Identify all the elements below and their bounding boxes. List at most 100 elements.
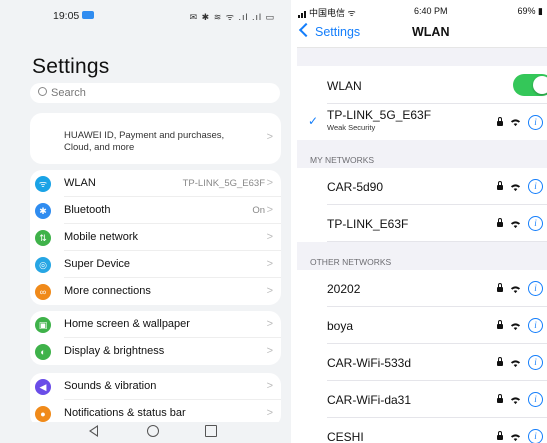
chevron-right-icon: > [266,345,273,357]
status-time: 19:05 [53,10,80,22]
settings-row-label: Notifications & status bar [64,407,186,419]
settings-row-label: Bluetooth [64,204,111,216]
network-name: 20202 [327,281,361,296]
network-name: CAR-WiFi-da31 [327,392,412,407]
huawei-settings-screen: 19:05 ✉ ✱ ≋ ᯤ .ıl .ıl ▭ Settings Search … [0,0,291,443]
other-networks-header: OTHER NETWORKS [310,257,392,267]
checkmark-icon: ✓ [308,114,319,128]
info-icon[interactable]: i [528,216,543,231]
back-button[interactable]: Settings [298,22,360,39]
network-row[interactable]: CAR-5d90 i [297,168,547,205]
toggle-knob [533,76,547,94]
settings-row[interactable]: ∞ More connections > [30,278,281,305]
display-group: ▣ Home screen & wallpaper > ◐ Display & brig… [30,311,281,365]
home-icon[interactable] [147,425,159,437]
wifi-icon [510,285,521,293]
navigation-bar [0,422,291,443]
settings-row[interactable]: ◎ Super Device > [30,251,281,278]
lock-icon [497,218,503,227]
settings-row-value: TP-LINK_5G_E63F [182,178,265,189]
lock-icon [497,283,503,292]
other-networks-list: 20202 i boya i CAR-WiFi-533d i CAR-WiFi-da31 i C… [297,270,547,443]
wlan-label: WLAN [327,79,362,93]
chevron-right-icon: > [266,131,273,143]
message-icon [82,11,94,19]
settings-row-label: WLAN [64,177,96,189]
info-icon[interactable]: i [528,281,543,296]
search-input[interactable]: Search [30,83,280,103]
wifi-icon [510,396,521,404]
huawei-id-card[interactable]: HUAWEI ID, Payment and purchases, Cloud,… [30,113,281,164]
chevron-right-icon: > [266,258,273,270]
info-icon[interactable]: i [528,179,543,194]
status-icons: ✉ ✱ ≋ ᯤ .ıl .ıl ▭ [189,12,275,22]
wifi-icon [510,220,521,228]
network-row[interactable]: CESHI i [297,418,547,443]
network-name: boya [327,318,354,333]
recent-apps-icon[interactable] [205,425,217,437]
wifi-icon [510,433,521,441]
network-row[interactable]: TP-LINK_E63F i [297,205,547,242]
ios-wlan-screen: 中国电信 ᯤ 6:40 PM 69% ▮ Settings WLAN WLAN … [297,0,547,443]
wifi-icon [510,119,521,127]
settings-row-label: Mobile network [64,231,138,243]
huawei-id-label: HUAWEI ID, Payment and purchases, Cloud,… [64,130,225,153]
settings-row-label: More connections [64,285,151,297]
network-row[interactable]: CAR-WiFi-533d i [297,344,547,381]
info-icon[interactable]: i [528,355,543,370]
wifi-icon: ᯤ [35,175,51,192]
settings-row[interactable]: ⇅ Mobile network > [30,224,281,251]
wallpaper-icon: ▣ [35,316,51,333]
status-bar: 19:05 ✉ ✱ ≋ ᯤ .ıl .ıl ▭ [0,0,291,28]
display-icon: ◐ [35,343,51,360]
page-title: WLAN [412,25,450,39]
network-name: TP-LINK_5G_E63F [327,108,432,122]
wlan-toggle-row: WLAN [297,66,547,104]
mobile-network-icon: ⇅ [35,229,51,246]
chevron-right-icon: > [266,204,273,216]
settings-row[interactable]: ◐ Display & brightness > [30,338,281,365]
wlan-toggle[interactable] [513,74,547,96]
info-icon[interactable]: i [528,429,543,443]
settings-row[interactable]: ✱ Bluetooth On > [30,197,281,224]
back-icon[interactable] [89,425,98,437]
network-name: TP-LINK_E63F [327,216,409,231]
network-name: CESHI [327,429,364,443]
search-icon [38,87,47,96]
network-name: CAR-5d90 [327,179,384,194]
settings-row-label: Display & brightness [64,345,165,357]
sound-group: ◀ Sounds & vibration > ● Notifications & sta… [30,373,281,427]
info-icon[interactable]: i [528,318,543,333]
lock-icon [497,117,503,126]
info-icon[interactable]: i [528,392,543,407]
settings-row[interactable]: ᯤ WLAN TP-LINK_5G_E63F > [30,170,281,197]
page-title: Settings [32,55,110,78]
info-icon[interactable]: i [528,115,543,130]
settings-row[interactable]: ◀ Sounds & vibration > [30,373,281,400]
notification-icon: ● [35,405,51,422]
chevron-right-icon: > [266,285,273,297]
chevron-right-icon: > [266,318,273,330]
wifi-icon [510,359,521,367]
settings-row-value: On [252,205,265,216]
settings-row[interactable]: ▣ Home screen & wallpaper > [30,311,281,338]
status-time: 6:40 PM [414,6,448,16]
network-row[interactable]: 20202 i [297,270,547,307]
separator [327,241,547,242]
lock-icon [497,431,503,440]
link-icon: ∞ [35,283,51,300]
network-row[interactable]: CAR-WiFi-da31 i [297,381,547,418]
super-device-icon: ◎ [35,256,51,273]
lock-icon [497,394,503,403]
my-networks-list: CAR-5d90 i TP-LINK_E63F i [297,168,547,242]
settings-row-label: Super Device [64,258,131,270]
sound-icon: ◀ [35,378,51,395]
wifi-icon [510,183,521,191]
bluetooth-icon: ✱ [35,202,51,219]
connected-network-row[interactable]: ✓ TP-LINK_5G_E63F Weak Security i [297,104,547,140]
my-networks-header: MY NETWORKS [310,155,375,165]
search-placeholder: Search [51,87,86,99]
settings-row-label: Sounds & vibration [64,380,157,392]
network-row[interactable]: boya i [297,307,547,344]
wlan-group: WLAN ✓ TP-LINK_5G_E63F Weak Security i [297,66,547,140]
